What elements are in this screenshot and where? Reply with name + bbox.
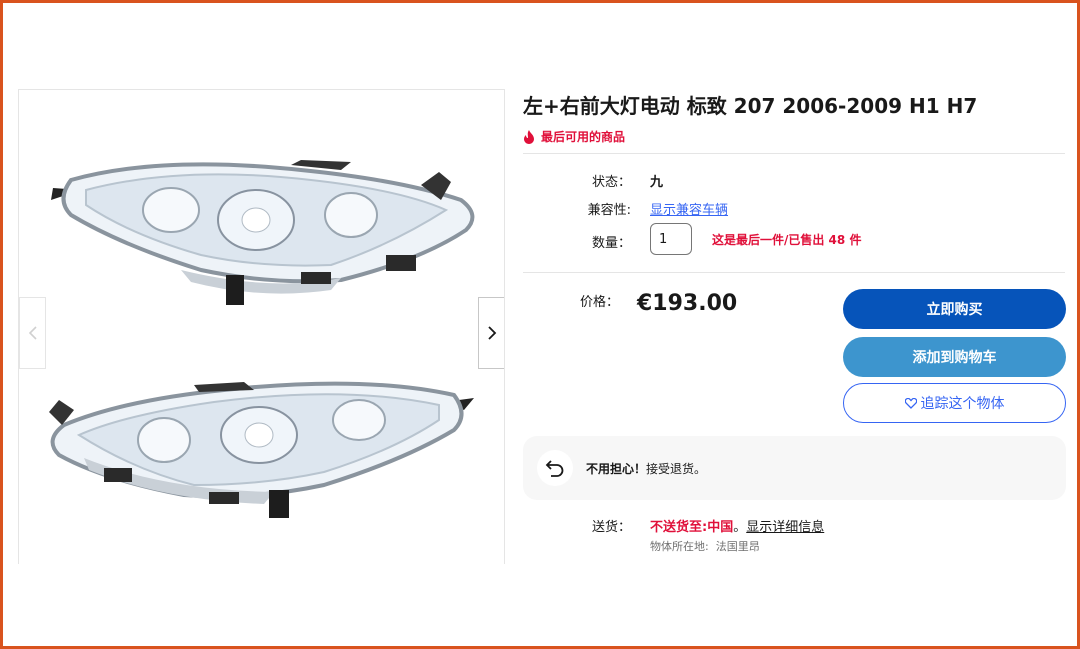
- item-location: 物体所在地: 法国里昂: [650, 538, 760, 554]
- heart-icon: [904, 397, 917, 409]
- no-ship-country: 中国: [707, 520, 734, 535]
- quantity-note: 这是最后一件/已售出 48 件: [712, 233, 862, 247]
- no-ship-text: 不送货至:: [650, 520, 708, 535]
- watch-button[interactable]: 追踪这个物体: [843, 383, 1066, 423]
- gallery-prev-button[interactable]: [19, 297, 46, 369]
- return-icon-wrap: [537, 450, 573, 486]
- watch-label: 追踪这个物体: [920, 396, 1005, 412]
- flame-icon: [524, 129, 534, 144]
- price-value: €193.00: [637, 291, 738, 316]
- chevron-right-icon: [487, 326, 496, 340]
- listing-title: 左+右前大灯电动 标致 207 2006-2009 H1 H7: [523, 94, 978, 118]
- location-value: 法国里昂: [715, 540, 760, 553]
- shipping-label: 送货：: [592, 520, 632, 535]
- gallery-next-button[interactable]: [478, 297, 504, 369]
- headlamp-image-top: [51, 160, 475, 305]
- price-label: 价格：: [580, 295, 620, 310]
- divider-middle: [523, 272, 1065, 273]
- returns-text: 不用担心！接受退货。: [586, 460, 706, 477]
- buy-now-button[interactable]: 立即购买: [843, 289, 1066, 329]
- compatibility-link[interactable]: 显示兼容车辆: [650, 199, 728, 218]
- shipping-line: 不送货至:中国。显示详细信息: [650, 516, 824, 535]
- compatibility-label: 兼容性:: [587, 203, 631, 218]
- chevron-left-icon: [28, 326, 37, 340]
- last-item-badge: 最后可用的商品: [523, 128, 625, 145]
- headlamp-image-bottom: [49, 381, 474, 518]
- shipping-period: 。: [733, 520, 747, 535]
- image-gallery[interactable]: [18, 89, 505, 564]
- shipping-details-link[interactable]: 显示详细信息: [746, 520, 824, 535]
- condition-label: 状态：: [591, 175, 631, 190]
- quantity-label: 数量：: [591, 236, 631, 251]
- quantity-input[interactable]: [650, 223, 692, 255]
- add-to-cart-button[interactable]: 添加到购物车: [843, 337, 1066, 377]
- location-label: 物体所在地:: [650, 540, 709, 553]
- returns-headline: 不用担心！: [586, 461, 647, 476]
- last-item-text: 最后可用的商品: [541, 130, 626, 144]
- returns-body: 接受退货。: [646, 461, 707, 476]
- returns-panel: 不用担心！接受退货。: [523, 436, 1066, 500]
- return-arrow-icon: [545, 460, 564, 477]
- condition-value: 九: [650, 175, 664, 190]
- divider-top: [523, 153, 1065, 154]
